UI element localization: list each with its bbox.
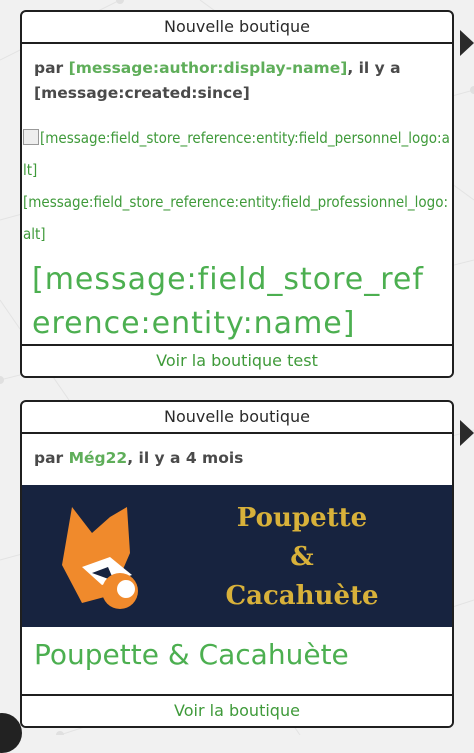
- banner-line: &: [290, 542, 314, 572]
- store-name-link[interactable]: Poupette & Cacahuète: [22, 627, 452, 683]
- author-link[interactable]: [message:author:display-name]: [69, 59, 348, 77]
- card-meta: par [message:author:display-name], il y …: [22, 44, 452, 106]
- activity-card: Nouvelle boutique par Még22, il y a 4 mo…: [20, 400, 454, 728]
- meta-suffix: , il y a 4 mois: [127, 449, 244, 467]
- banner-line: Cacahuète: [225, 581, 379, 611]
- meta-prefix: par: [34, 449, 69, 467]
- author-link[interactable]: Még22: [69, 449, 128, 467]
- card-arrow-icon: [460, 420, 474, 446]
- card-meta: par Még22, il y a 4 mois: [22, 434, 452, 471]
- store-name-link[interactable]: [message:field_store_reference:entity:na…: [22, 250, 452, 356]
- banner-line: Poupette: [236, 503, 368, 533]
- view-store-link[interactable]: Voir la boutique: [22, 694, 452, 726]
- logo-alt-text-personnel: [message:field_store_reference:entity:fi…: [23, 129, 450, 179]
- activity-card-template: Nouvelle boutique par [message:author:di…: [20, 10, 454, 378]
- card-title: Nouvelle boutique: [22, 402, 452, 434]
- card-arrow-icon: [460, 30, 474, 56]
- store-logo-broken-image[interactable]: [message:field_store_reference:entity:fi…: [22, 106, 452, 250]
- broken-image-icon: [23, 129, 39, 145]
- view-store-link[interactable]: Voir la boutique test: [22, 344, 452, 376]
- card-title: Nouvelle boutique: [22, 12, 452, 44]
- store-logo-banner[interactable]: Poupette & Cacahuète: [22, 485, 452, 627]
- meta-prefix: par: [34, 59, 69, 77]
- banner-logo-text: Poupette & Cacahuète: [172, 499, 432, 616]
- logo-alt-text-professionnel: [message:field_store_reference:entity:fi…: [23, 193, 449, 243]
